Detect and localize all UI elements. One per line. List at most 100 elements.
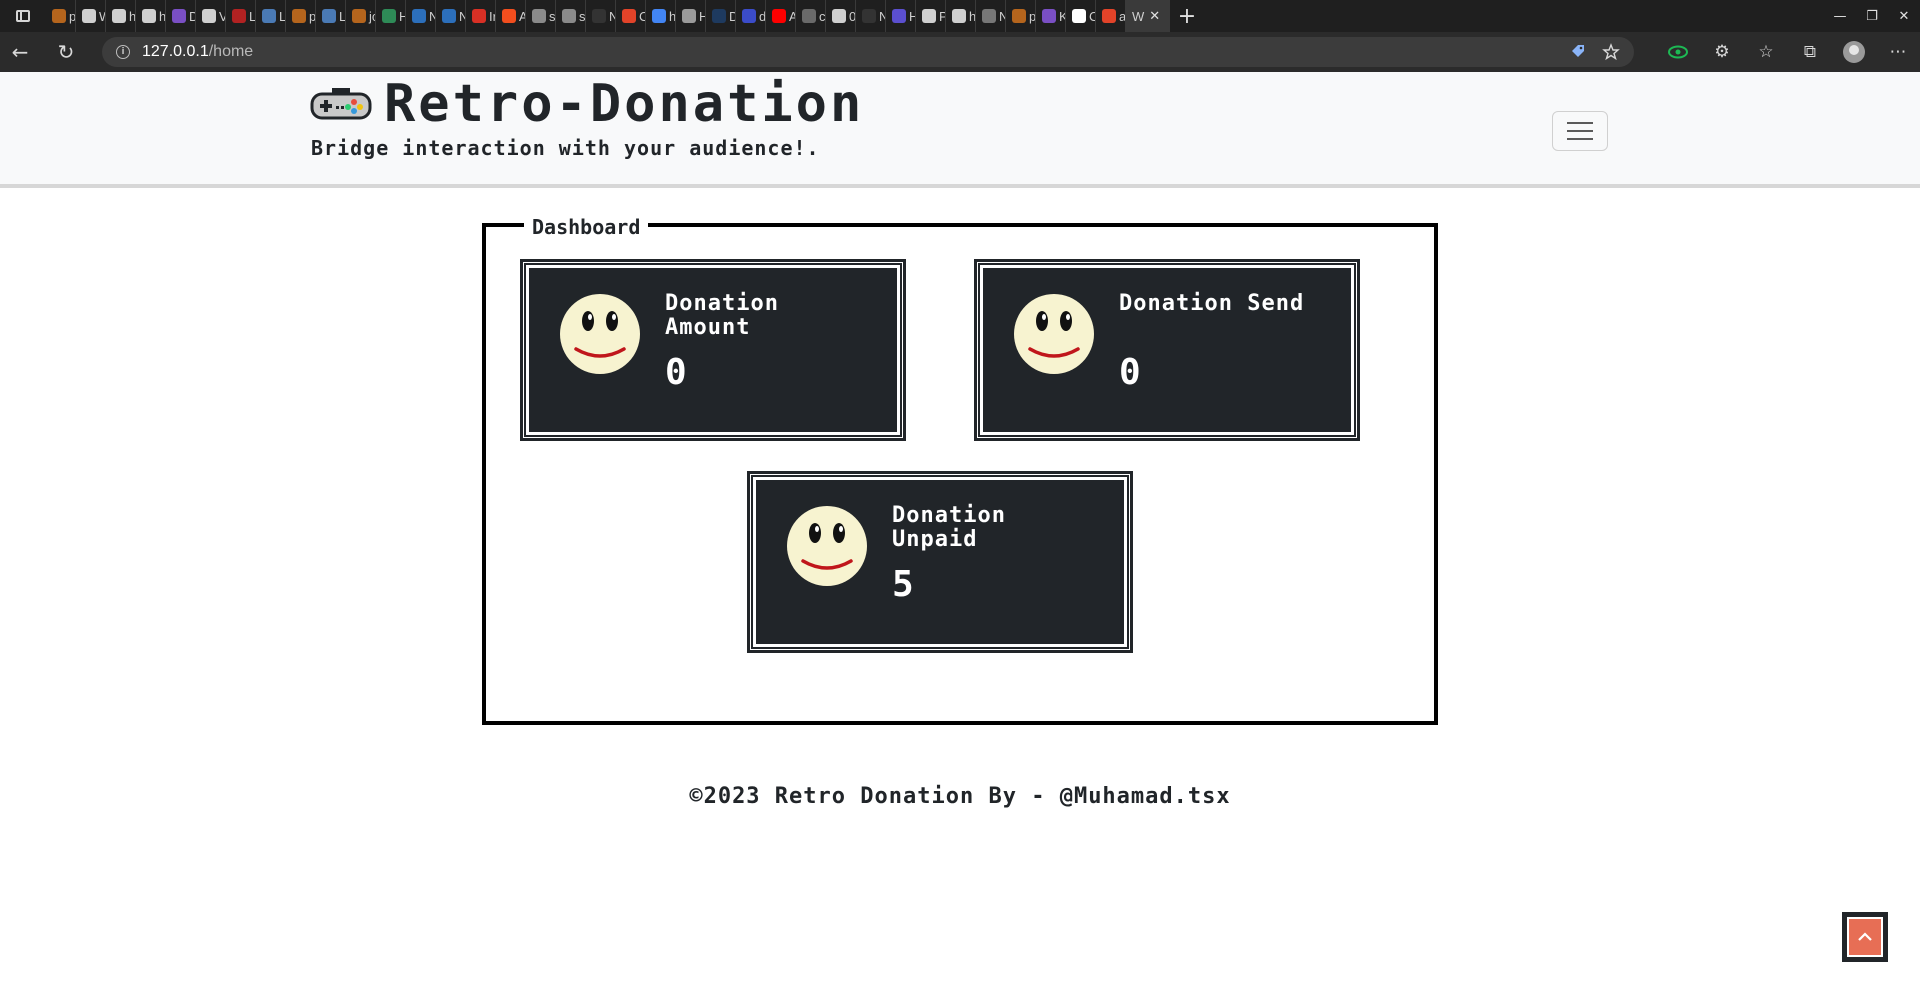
brand-link[interactable]: Retro-Donation [310,78,864,130]
browser-tab[interactable]: N [976,0,1006,32]
browser-tab-active[interactable]: W ✕ [1126,0,1170,32]
tab-actions-menu-button[interactable] [0,0,46,32]
back-button[interactable]: ← [0,32,40,72]
browser-tab[interactable]: d [736,0,766,32]
price-tag-icon[interactable] [1570,43,1586,59]
restore-button[interactable]: ❐ [1856,0,1888,32]
hamburger-line [1567,122,1593,124]
toolbar-extensions: ⚙ ☆ ⧉ ⋯ [1656,32,1920,72]
browser-tab[interactable]: N [406,0,436,32]
back-to-top-face [1847,917,1883,957]
tab-title: 0 [849,8,856,24]
tab-favicon-icon [352,9,366,23]
tab-title: p [69,8,76,24]
browser-tab[interactable]: h [136,0,166,32]
browser-tab[interactable]: V [196,0,226,32]
tab-title: sc [549,8,556,24]
browser-tab[interactable]: D [166,0,196,32]
tab-title: W [99,9,105,24]
site-info-icon[interactable]: i [116,45,130,59]
tab-title: sc [579,8,586,24]
favorite-star-icon[interactable] [1602,43,1620,61]
browser-tab[interactable]: 0 [826,0,856,32]
tab-favicon-icon [742,9,756,23]
browser-tab[interactable]: p [46,0,76,32]
tab-title: H [399,9,405,24]
more-menu-icon[interactable]: ⋯ [1876,32,1920,72]
browser-tab[interactable]: jc [346,0,376,32]
browser-tab[interactable]: A [496,0,526,32]
browser-tab[interactable]: P [916,0,946,32]
browser-tab[interactable]: p [1006,0,1036,32]
new-tab-button[interactable]: + [1170,4,1204,29]
gamepad-icon [310,88,372,120]
profile-icon[interactable] [1832,32,1876,72]
site-tagline: Bridge interaction with your audience!. [311,136,820,160]
browser-tab[interactable]: h [106,0,136,32]
browser-tab[interactable]: D [706,0,736,32]
tab-title: L [249,8,256,24]
browser-tab[interactable]: h [946,0,976,32]
extensions-puzzle-icon[interactable]: ⚙ [1700,32,1744,72]
browser-tab[interactable]: a [1096,0,1126,32]
browser-tab[interactable]: L [256,0,286,32]
tab-favicon-icon [562,9,576,23]
browser-tab[interactable]: sc [556,0,586,32]
back-to-top-button[interactable] [1842,912,1888,962]
card-label: Donation Amount [665,291,779,340]
address-bar[interactable]: i 127.0.0.1/home [102,37,1634,67]
favorites-icon[interactable]: ☆ [1744,32,1788,72]
browser-tab[interactable]: p [286,0,316,32]
tab-title: D [729,9,735,24]
navbar-toggle-button[interactable] [1552,111,1608,151]
browser-tab[interactable]: c( [796,0,826,32]
smiley-icon [1014,294,1094,374]
tab-list: p Wh h D V L Lp Ljc H N N Ir Asc sc N Ch H Dd Ac(0 N H Ph Np K C… [46,0,1126,32]
browser-tab[interactable]: Ir [466,0,496,32]
tab-favicon-icon [262,9,276,23]
close-tab-icon[interactable]: ✕ [1149,9,1160,24]
tab-title: A [519,9,525,24]
tab-title: N [459,9,465,24]
browser-tab[interactable]: L [226,0,256,32]
tab-favicon-icon [502,9,516,23]
browser-tab[interactable]: H [676,0,706,32]
url-text[interactable]: 127.0.0.1/home [142,43,253,61]
collections-icon[interactable]: ⧉ [1788,32,1832,72]
tab-favicon-icon [1072,9,1086,23]
tab-title: L [339,8,346,24]
address-bar-icons [1570,43,1620,61]
browser-tab[interactable]: H [886,0,916,32]
tab-favicon-icon [832,9,846,23]
tab-favicon-icon [1042,9,1056,23]
browser-tab[interactable]: N [586,0,616,32]
browser-tab[interactable]: N [856,0,886,32]
donation-send-card: Donation Send 0 [974,259,1360,441]
tab-title: K [1059,9,1065,24]
eye-extension-icon[interactable] [1656,32,1700,72]
browser-tab-strip: p Wh h D V L Lp Ljc H N N Ir Asc sc N Ch H Dd Ac(0 N H Ph Np K C… [0,0,1920,32]
card-body: Donation Send 0 [978,263,1356,437]
tab-favicon-icon [982,9,996,23]
close-window-button[interactable]: ✕ [1888,0,1920,32]
browser-tab[interactable]: sc [526,0,556,32]
browser-tab[interactable]: C [616,0,646,32]
card-body: Donation Unpaid 5 [751,475,1129,649]
browser-tab[interactable]: H [376,0,406,32]
tab-title: Ir [489,8,495,24]
browser-tab[interactable]: N [436,0,466,32]
tab-title: C [639,9,645,24]
browser-tab[interactable]: A [766,0,796,32]
browser-tab[interactable]: L [316,0,346,32]
browser-tab[interactable]: K [1036,0,1066,32]
browser-tab[interactable]: C [1066,0,1096,32]
tab-title: h [669,8,676,24]
tab-title: d [759,8,766,24]
card-value: 0 [665,352,687,393]
browser-tab[interactable]: h [646,0,676,32]
reload-button[interactable]: ↻ [46,32,86,72]
hamburger-line [1567,130,1593,132]
browser-tab[interactable]: W [76,0,106,32]
minimize-button[interactable]: — [1824,0,1856,32]
tab-favicon-icon [802,9,816,23]
